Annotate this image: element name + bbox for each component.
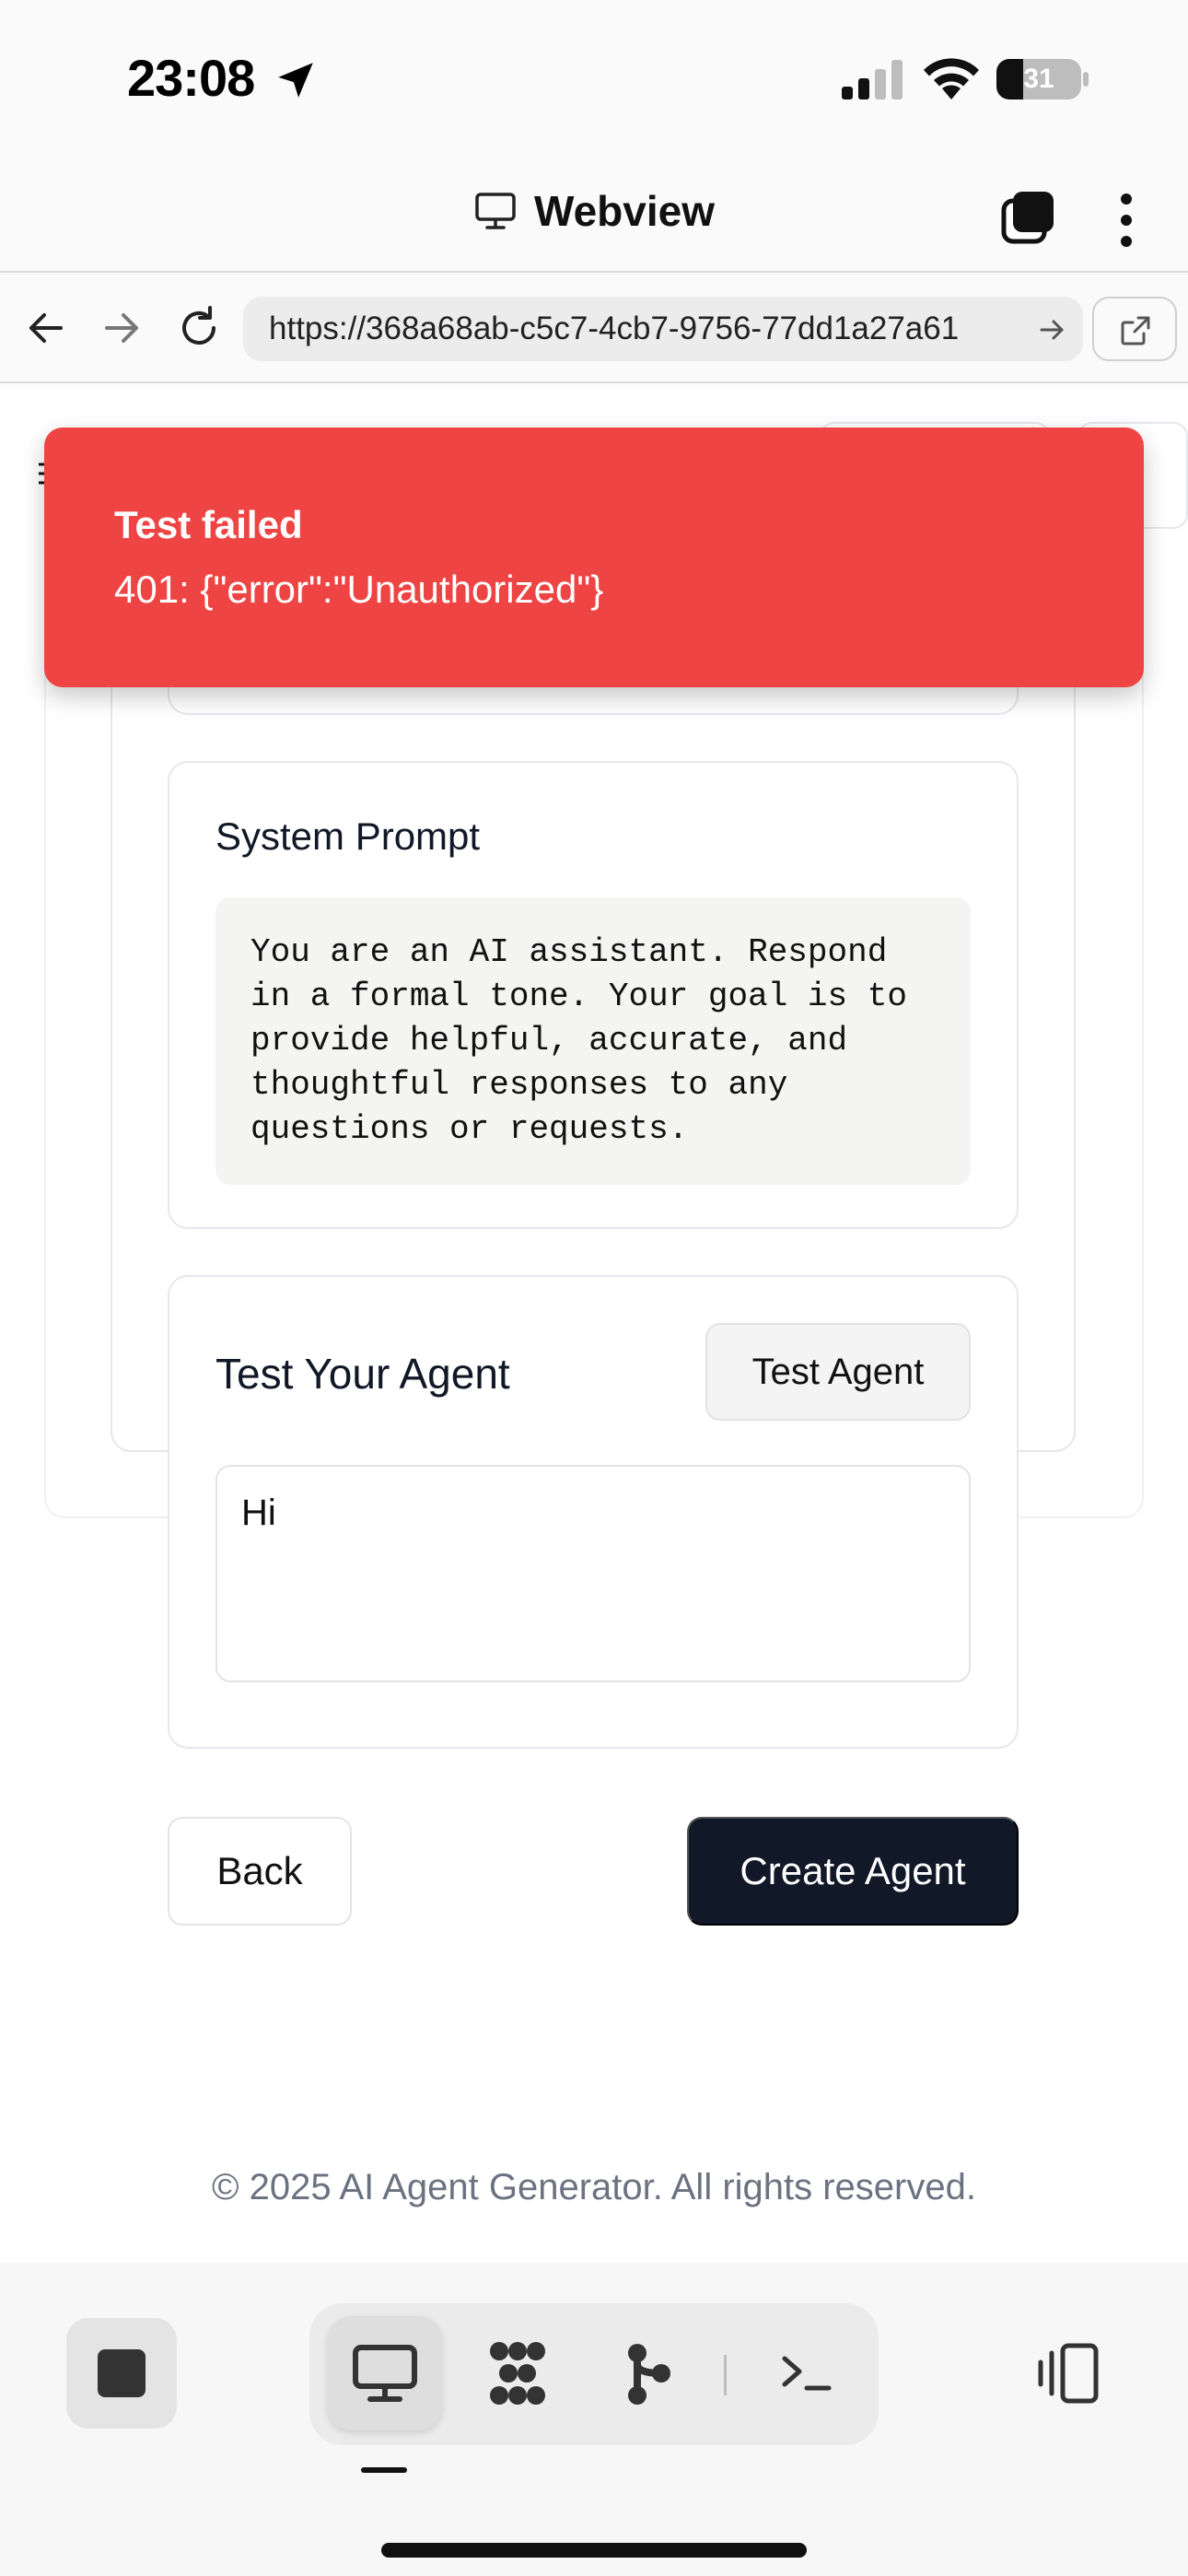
stop-icon <box>98 2349 146 2397</box>
test-message-input[interactable]: Hi <box>215 1465 971 1682</box>
error-toast[interactable]: Test failed 401: {"error":"Unauthorized"… <box>44 427 1144 687</box>
home-indicator <box>381 2543 807 2558</box>
open-external-button[interactable] <box>1092 297 1177 361</box>
test-agent-title: Test Your Agent <box>215 1350 510 1398</box>
battery-icon: 31 <box>996 59 1081 100</box>
reload-icon[interactable] <box>171 300 227 356</box>
url-bar: https://368a68ab-c5c7-4cb7-9756-77dd1a27… <box>0 271 1188 383</box>
tabs-icon[interactable] <box>1000 190 1055 245</box>
toast-title: Test failed <box>114 503 303 546</box>
system-prompt-text: You are an AI assistant. Respond in a fo… <box>215 897 971 1185</box>
battery-nub <box>1083 72 1089 87</box>
webview-title-text: Webview <box>534 187 715 235</box>
test-agent-button[interactable]: Test Agent <box>705 1323 971 1421</box>
back-arrow-icon[interactable] <box>18 300 74 356</box>
system-prompt-title: System Prompt <box>215 814 481 858</box>
go-arrow-icon[interactable] <box>1035 313 1068 346</box>
test-agent-card: Test Your Agent Test Agent Hi <box>168 1275 1019 1749</box>
preview-monitor-icon <box>353 2345 417 2402</box>
monitor-icon <box>475 193 516 229</box>
url-input[interactable]: https://368a68ab-c5c7-4cb7-9756-77dd1a27… <box>243 297 1083 361</box>
panel-toggle-icon[interactable] <box>1031 2336 1105 2410</box>
open-external-icon <box>1121 316 1150 345</box>
cellular-signal-icon <box>842 60 903 100</box>
create-agent-button[interactable]: Create Agent <box>687 1817 1019 1926</box>
terminal-icon <box>782 2356 832 2391</box>
dots-grid-icon <box>490 2342 545 2405</box>
bottom-toolbar <box>0 2263 1188 2576</box>
footer-copyright: © 2025 AI Agent Generator. All rights re… <box>212 2167 976 2207</box>
branch-tab[interactable] <box>589 2316 704 2430</box>
url-text: https://368a68ab-c5c7-4cb7-9756-77dd1a27… <box>269 310 960 346</box>
branch-icon <box>628 2344 670 2405</box>
stop-button[interactable] <box>66 2318 177 2429</box>
battery-level: 31 <box>1023 64 1054 94</box>
back-button[interactable]: Back <box>168 1817 352 1926</box>
webview-header: Webview <box>0 157 1188 271</box>
components-tab[interactable] <box>460 2316 575 2430</box>
segment-divider <box>724 2355 727 2395</box>
wifi-icon <box>924 58 979 100</box>
preview-tab[interactable] <box>328 2316 442 2430</box>
location-arrow-icon <box>278 63 313 98</box>
system-prompt-card: System Prompt You are an AI assistant. R… <box>168 761 1019 1229</box>
status-bar: 23:08 31 <box>0 0 1188 157</box>
more-vertical-icon[interactable] <box>1112 192 1140 249</box>
active-tab-indicator <box>361 2467 407 2473</box>
terminal-tab[interactable] <box>750 2316 864 2430</box>
toast-message: 401: {"error":"Unauthorized"} <box>114 568 604 611</box>
status-time: 23:08 <box>127 49 255 107</box>
view-switcher <box>309 2303 879 2445</box>
forward-arrow-icon[interactable] <box>94 300 149 356</box>
